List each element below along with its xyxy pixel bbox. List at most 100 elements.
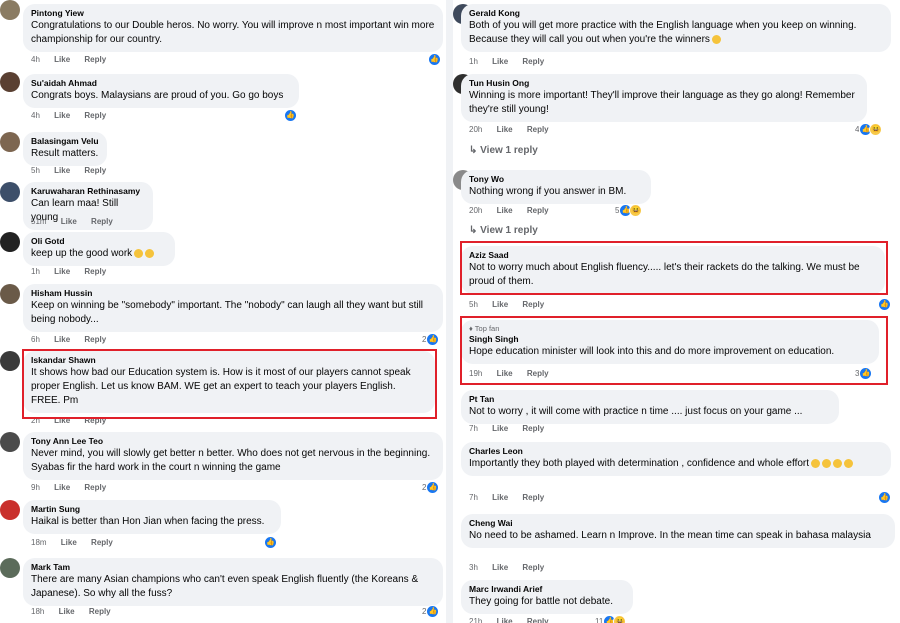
like-button[interactable]: Like xyxy=(54,166,70,175)
comment-text-content: Importantly they both played with determ… xyxy=(469,458,810,469)
emoji-icon xyxy=(844,458,854,468)
comment-time[interactable]: 20h xyxy=(469,206,482,215)
comment-time[interactable]: 4h xyxy=(31,111,40,120)
like-button[interactable]: Like xyxy=(497,125,513,134)
reply-button[interactable]: Reply xyxy=(522,493,544,502)
comment-time[interactable]: 1h xyxy=(469,57,478,66)
reply-button[interactable]: Reply xyxy=(522,424,544,433)
reply-button[interactable]: Reply xyxy=(527,617,549,623)
comment-time[interactable]: 7h xyxy=(469,424,478,433)
reply-arrow-icon: ↳ xyxy=(469,145,481,156)
comment-time[interactable]: 4h xyxy=(31,55,40,64)
like-button[interactable]: Like xyxy=(497,206,513,215)
comment-time[interactable]: 5h xyxy=(31,166,40,175)
reaction-count[interactable]: 4 👍 😆 xyxy=(855,123,883,136)
avatar[interactable] xyxy=(0,232,20,252)
comment-actions: 4h Like Reply xyxy=(31,55,118,65)
comment-time[interactable]: 7h xyxy=(469,493,478,502)
comment-author[interactable]: Oli Gotd xyxy=(31,236,167,247)
reply-button[interactable]: Reply xyxy=(522,300,544,309)
like-button[interactable]: Like xyxy=(492,424,508,433)
comment-author[interactable]: Tun Husin Ong xyxy=(469,78,859,89)
reply-button[interactable]: Reply xyxy=(84,166,106,175)
avatar[interactable] xyxy=(0,558,20,578)
like-button[interactable]: Like xyxy=(492,57,508,66)
comment-time[interactable]: 6h xyxy=(31,335,40,344)
comment-time[interactable]: 21h xyxy=(469,617,482,623)
comment-author[interactable]: Tony Wo xyxy=(469,174,643,185)
reply-button[interactable]: Reply xyxy=(527,125,549,134)
reaction-count[interactable]: 2 👍 xyxy=(422,481,440,494)
reaction-count[interactable]: 👍 xyxy=(878,298,891,311)
reaction-count[interactable]: 2 👍 xyxy=(422,605,440,618)
reply-button[interactable]: Reply xyxy=(91,538,113,547)
comment-text: Result matters. xyxy=(31,148,99,159)
reply-button[interactable]: Reply xyxy=(84,111,106,120)
reply-button[interactable]: Reply xyxy=(84,55,106,64)
like-button[interactable]: Like xyxy=(59,607,75,616)
reaction-count[interactable]: 👍 xyxy=(878,491,891,504)
like-button[interactable]: Like xyxy=(492,563,508,572)
reply-button[interactable]: Reply xyxy=(91,217,113,226)
reaction-count[interactable]: 👍 xyxy=(264,536,277,549)
reply-button[interactable]: Reply xyxy=(84,267,106,276)
avatar[interactable] xyxy=(0,351,20,371)
comment-author[interactable]: Mark Tam xyxy=(31,562,435,573)
comment-author[interactable]: Balasingam Velu xyxy=(31,136,99,147)
reply-button[interactable]: Reply xyxy=(522,563,544,572)
comment-time[interactable]: 18h xyxy=(31,607,44,616)
comment-author[interactable]: Pintong Yiew xyxy=(31,8,435,19)
like-button[interactable]: Like xyxy=(54,335,70,344)
comment-author[interactable]: Karuwaharan Rethinasamy xyxy=(31,186,145,197)
reply-button[interactable]: Reply xyxy=(527,206,549,215)
avatar[interactable] xyxy=(0,132,20,152)
reply-button[interactable]: Reply xyxy=(84,335,106,344)
reaction-count[interactable]: 11 👍 😆 xyxy=(595,615,627,623)
reaction-count[interactable]: 2 👍 xyxy=(422,333,440,346)
like-reaction-icon: 👍 xyxy=(426,333,440,346)
like-button[interactable]: Like xyxy=(61,217,77,226)
avatar[interactable] xyxy=(0,432,20,452)
comment-text: There are many Asian champions who can't… xyxy=(31,574,419,599)
view-replies-link[interactable]: ↳ View 1 reply xyxy=(469,225,538,236)
like-button[interactable]: Like xyxy=(492,493,508,502)
avatar[interactable] xyxy=(0,284,20,304)
comment-author[interactable]: Hisham Hussin xyxy=(31,288,435,299)
reaction-count[interactable]: 👍 xyxy=(284,109,297,122)
comment-text-content: Both of you will get more practice with … xyxy=(469,20,857,45)
reply-button[interactable]: Reply xyxy=(522,57,544,66)
comment-time[interactable]: 9h xyxy=(31,483,40,492)
view-replies-link[interactable]: ↳ View 1 reply xyxy=(469,145,538,156)
emoji-icon xyxy=(822,458,832,468)
comment-author[interactable]: Su'aidah Ahmad xyxy=(31,78,291,89)
comment-author[interactable]: Cheng Wai xyxy=(469,518,887,529)
comment-time[interactable]: 18m xyxy=(31,538,47,547)
comment-time[interactable]: 3h xyxy=(469,563,478,572)
reply-button[interactable]: Reply xyxy=(89,607,111,616)
comment-author[interactable]: Charles Leon xyxy=(469,446,883,457)
comment-author[interactable]: Marc Irwandi Arief xyxy=(469,584,625,595)
like-button[interactable]: Like xyxy=(61,538,77,547)
like-button[interactable]: Like xyxy=(54,267,70,276)
like-button[interactable]: Like xyxy=(54,111,70,120)
comment-bubble: Balasingam Velu Result matters. xyxy=(23,132,107,166)
reaction-count[interactable]: 👍 xyxy=(428,53,441,66)
avatar[interactable] xyxy=(0,182,20,202)
reaction-count[interactable]: 5 👍 😆 xyxy=(615,204,643,217)
comment-time[interactable]: 20h xyxy=(469,125,482,134)
comment-time[interactable]: 51m xyxy=(31,217,47,226)
comment-author[interactable]: Pt Tan xyxy=(469,394,831,405)
avatar[interactable] xyxy=(0,0,20,20)
avatar[interactable] xyxy=(0,72,20,92)
avatar[interactable] xyxy=(0,500,20,520)
comment-time[interactable]: 5h xyxy=(469,300,478,309)
reply-button[interactable]: Reply xyxy=(84,483,106,492)
comment-time[interactable]: 1h xyxy=(31,267,40,276)
comment-author[interactable]: Martin Sung xyxy=(31,504,273,515)
comment-author[interactable]: Tony Ann Lee Teo xyxy=(31,436,435,447)
comment-author[interactable]: Gerald Kong xyxy=(469,8,883,19)
like-button[interactable]: Like xyxy=(54,55,70,64)
like-button[interactable]: Like xyxy=(497,617,513,623)
like-button[interactable]: Like xyxy=(492,300,508,309)
like-button[interactable]: Like xyxy=(54,483,70,492)
